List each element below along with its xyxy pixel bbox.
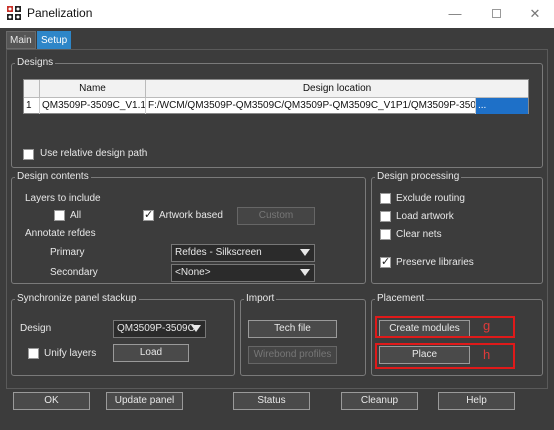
- stackup-design-select[interactable]: QM3509P-3509C: [113, 320, 206, 338]
- preserve-libraries-label: Preserve libraries: [396, 257, 474, 268]
- designs-group: Designs Name Design location 1 QM3509P-3…: [11, 57, 543, 168]
- browse-location-button[interactable]: ...: [476, 98, 528, 114]
- import-group: Import Tech file Wirebond profiles: [240, 293, 366, 376]
- panelization-app-icon: [6, 5, 22, 21]
- primary-refdes-select[interactable]: Refdes - Silkscreen: [171, 244, 315, 262]
- stackup-design-value: QM3509P-3509C: [117, 323, 195, 334]
- all-layers-label: All: [70, 210, 82, 221]
- chevron-down-icon: [191, 325, 201, 332]
- secondary-refdes-select[interactable]: <None>: [171, 264, 315, 282]
- ok-button[interactable]: OK: [13, 392, 90, 410]
- title-bar: Panelization — ✕: [0, 0, 554, 28]
- secondary-label: Secondary: [50, 267, 98, 278]
- exclude-routing-checkbox[interactable]: [380, 193, 391, 204]
- update-panel-button[interactable]: Update panel: [106, 392, 183, 410]
- cleanup-button[interactable]: Cleanup: [341, 392, 418, 410]
- maximize-button[interactable]: [481, 4, 511, 24]
- artwork-based-checkbox[interactable]: [143, 208, 154, 221]
- clear-nets-label: Clear nets: [396, 229, 442, 240]
- designs-table: Name Design location 1 QM3509P-3509C_V1.…: [23, 79, 529, 114]
- all-layers-checkbox[interactable]: [54, 210, 65, 221]
- secondary-refdes-value: <None>: [175, 267, 211, 278]
- load-stackup-button[interactable]: Load: [113, 344, 189, 362]
- wirebond-profiles-button[interactable]: Wirebond profiles: [248, 346, 337, 364]
- annotation-label-h: h: [483, 347, 491, 362]
- design-contents-group: Design contents Layers to include All Ar…: [11, 171, 366, 284]
- annotation-label-g: g: [483, 318, 491, 333]
- table-cell-name[interactable]: QM3509P-3509C_V1.1-...: [40, 98, 146, 114]
- annotate-refdes-label: Annotate refdes: [25, 228, 96, 239]
- table-header-index: [24, 80, 40, 98]
- minimize-button[interactable]: —: [440, 4, 470, 24]
- design-processing-title: Design processing: [375, 171, 462, 182]
- status-button[interactable]: Status: [233, 392, 310, 410]
- setup-panel: Designs Name Design location 1 QM3509P-3…: [6, 49, 548, 389]
- preserve-libraries-checkbox[interactable]: [380, 255, 391, 268]
- table-header-location[interactable]: Design location: [146, 80, 528, 98]
- close-button[interactable]: ✕: [520, 4, 550, 24]
- sync-stackup-title: Synchronize panel stackup: [15, 293, 139, 304]
- window-title: Panelization: [27, 6, 93, 20]
- primary-refdes-value: Refdes - Silkscreen: [175, 247, 262, 258]
- tech-file-button[interactable]: Tech file: [248, 320, 337, 338]
- help-button[interactable]: Help: [438, 392, 515, 410]
- artwork-based-label: Artwork based: [159, 210, 223, 221]
- custom-button[interactable]: Custom: [237, 207, 315, 225]
- table-cell-location[interactable]: F:/WCM/QM3509P-QM3509C/QM3509P-QM3509C_V…: [146, 98, 476, 114]
- primary-label: Primary: [50, 247, 85, 258]
- design-contents-title: Design contents: [15, 171, 91, 182]
- tab-main[interactable]: Main: [6, 31, 36, 49]
- load-artwork-label: Load artwork: [396, 211, 454, 222]
- use-relative-path-label: Use relative design path: [40, 148, 148, 159]
- clear-nets-checkbox[interactable]: [380, 229, 391, 240]
- table-row-index: 1: [24, 98, 40, 114]
- import-title: Import: [244, 293, 277, 304]
- exclude-routing-label: Exclude routing: [396, 193, 465, 204]
- designs-group-title: Designs: [15, 57, 56, 68]
- stackup-design-label: Design: [20, 323, 52, 334]
- placement-title: Placement: [375, 293, 427, 304]
- chevron-down-icon: [300, 269, 310, 276]
- annotation-box-create-modules: [375, 316, 515, 338]
- use-relative-path-checkbox[interactable]: [23, 149, 34, 160]
- layers-to-include-label: Layers to include: [25, 193, 101, 204]
- load-artwork-checkbox[interactable]: [380, 211, 391, 222]
- chevron-down-icon: [300, 249, 310, 256]
- table-header-name[interactable]: Name: [40, 80, 146, 98]
- annotation-box-place: [375, 343, 515, 369]
- design-processing-group: Design processing Exclude routing Load a…: [371, 171, 543, 284]
- sync-stackup-group: Synchronize panel stackup Design QM3509P…: [11, 293, 235, 376]
- tab-setup[interactable]: Setup: [37, 31, 72, 49]
- unify-layers-label: Unify layers: [44, 348, 97, 359]
- maximize-icon: [491, 9, 501, 18]
- unify-layers-checkbox[interactable]: [28, 348, 39, 359]
